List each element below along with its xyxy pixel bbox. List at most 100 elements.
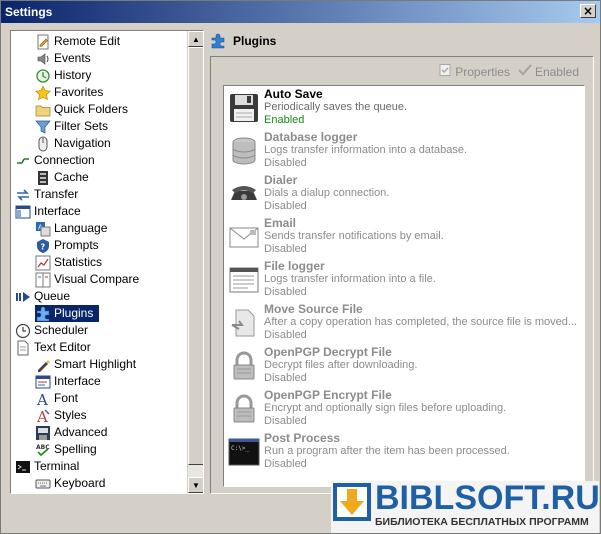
- tree-item-text-editor[interactable]: Text Editor: [15, 339, 97, 356]
- history-icon: [35, 68, 51, 84]
- tree-item-label: Advanced: [54, 425, 108, 439]
- tree-item-prompts[interactable]: ? Prompts: [35, 237, 105, 254]
- plugin-item-email[interactable]: Email Sends transfer notifications by ema…: [226, 217, 582, 260]
- tree-item-label: Language: [54, 221, 108, 235]
- plugins-header-icon: [210, 33, 226, 49]
- tree-item-connection[interactable]: Connection: [15, 152, 101, 169]
- plugin-item-openpgp-decrypt-file[interactable]: OpenPGP Decrypt File Decrypt files after …: [226, 346, 582, 389]
- tree-item-spelling[interactable]: ABC Spelling: [35, 441, 103, 458]
- plugin-item-post-process[interactable]: C:\>_ Post Process Run a program after the…: [226, 432, 582, 475]
- tree-item-label: Plugins: [54, 306, 94, 320]
- plugin-status: Disabled: [264, 286, 307, 298]
- plugin-name: File logger: [264, 259, 325, 273]
- editor-interface-icon: [35, 374, 51, 390]
- tree-item-label: Scheduler: [34, 323, 89, 337]
- tree-item-statistics[interactable]: Statistics: [35, 254, 108, 271]
- svg-text:A: A: [36, 391, 48, 407]
- statistics-icon: [35, 255, 51, 271]
- events-icon: [35, 51, 51, 67]
- plugin-text: Auto Save Periodically saves the queue. En…: [264, 88, 407, 131]
- text-editor-icon: [15, 340, 31, 356]
- interface-icon: [15, 204, 31, 220]
- tree-item-language[interactable]: A Language: [35, 220, 113, 237]
- visual-compare-icon: [35, 272, 51, 288]
- tree-item-terminal[interactable]: Terminal: [15, 458, 85, 475]
- tree-item-interface[interactable]: Interface: [35, 373, 107, 390]
- plugin-item-openpgp-encrypt-file[interactable]: OpenPGP Encrypt File Encrypt and optional…: [226, 389, 582, 432]
- plugin-status: Disabled: [264, 458, 307, 470]
- plugin-text: Post Process Run a program after the item…: [264, 432, 510, 475]
- scheduler-icon: [15, 323, 31, 339]
- telephone-icon: [228, 178, 260, 210]
- tree-item-label: Transfer: [34, 187, 79, 201]
- advanced-icon: [35, 425, 51, 441]
- tree-item-filter-sets[interactable]: Filter Sets: [35, 118, 114, 135]
- tree-item-smart-highlight[interactable]: Smart Highlight: [35, 356, 142, 373]
- tree-item-history[interactable]: History: [35, 67, 97, 84]
- svg-text:C:\>_: C:\>_: [231, 445, 249, 452]
- tree-item-styles[interactable]: A Styles: [35, 407, 93, 424]
- plugin-item-move-source-file[interactable]: Move Source File After a copy operation h…: [226, 303, 582, 346]
- tree-item-transfer[interactable]: Transfer: [15, 186, 84, 203]
- tree-item-label: Interface: [34, 204, 81, 218]
- plugin-status: Disabled: [264, 415, 307, 427]
- plugin-item-auto-save[interactable]: Auto Save Periodically saves the queue. En…: [226, 88, 582, 131]
- tree-item-events[interactable]: Events: [35, 50, 97, 67]
- keyboard-icon: [35, 476, 51, 492]
- scroll-down-button[interactable]: ▼: [188, 477, 203, 493]
- tree-item-label: Queue: [34, 289, 71, 303]
- tree-item-keyboard[interactable]: Keyboard: [35, 475, 111, 492]
- navigation-icon: [35, 136, 51, 152]
- tree-item-quick-folders[interactable]: Quick Folders: [35, 101, 134, 118]
- padlock-icon: [228, 350, 260, 382]
- plugin-status: Disabled: [264, 372, 307, 384]
- tree-item-label: Terminal: [34, 459, 80, 473]
- plugin-item-database-logger[interactable]: Database logger Logs transfer information…: [226, 131, 582, 174]
- close-button[interactable]: ×: [580, 4, 596, 18]
- plugin-description: Sends transfer notifications by email.: [264, 230, 444, 242]
- tree-item-label: Interface: [54, 374, 101, 388]
- plugin-item-file-logger[interactable]: File logger Logs transfer information int…: [226, 260, 582, 303]
- prompts-icon: ?: [35, 238, 51, 254]
- plugin-item-dialer[interactable]: Dialer Dials a dialup connection. Disabled: [226, 174, 582, 217]
- tree-item-interface[interactable]: Interface: [15, 203, 87, 220]
- tree-item-visual-compare[interactable]: Visual Compare: [35, 271, 145, 288]
- scroll-up-button[interactable]: ▲: [188, 31, 203, 47]
- plugin-description: Logs transfer information into a databas…: [264, 144, 468, 156]
- tree-item-queue[interactable]: Queue: [15, 288, 76, 305]
- transfer-icon: [15, 187, 31, 203]
- properties-label: Properties: [455, 64, 510, 79]
- window-title: Settings: [5, 5, 53, 19]
- checkmark-icon: [518, 63, 532, 80]
- tree-item-cache[interactable]: Cache: [35, 169, 95, 186]
- panel-title: Plugins: [233, 34, 277, 48]
- tree-item-font[interactable]: A Font: [35, 390, 84, 407]
- tree-item-label: Statistics: [54, 255, 103, 269]
- tree-item-label: Font: [54, 391, 79, 405]
- enabled-button[interactable]: Enabled: [518, 63, 579, 80]
- tree-item-label: Navigation: [54, 136, 111, 150]
- plugin-status: Enabled: [264, 114, 305, 126]
- tree-scrollbar[interactable]: ▲ ▼: [187, 31, 203, 493]
- favorites-icon: [35, 84, 51, 101]
- properties-button[interactable]: Properties: [438, 63, 510, 80]
- filter-sets-icon: [35, 119, 51, 135]
- tree-item-scheduler[interactable]: Scheduler: [15, 322, 94, 339]
- watermark-subtitle: БИБЛИОТЕКА БЕСПЛАТНЫХ ПРОГРАММ: [375, 516, 589, 528]
- tree-item-label: Cache: [54, 170, 89, 184]
- plugin-description: After a copy operation has completed, th…: [264, 316, 578, 328]
- tree-item-navigation[interactable]: Navigation: [35, 135, 117, 152]
- watermark-title: BIBLSOFT.RU: [375, 479, 600, 517]
- tree-item-advanced[interactable]: Advanced: [35, 424, 113, 441]
- smart-highlight-icon: [35, 357, 51, 373]
- terminal-icon: [15, 459, 31, 475]
- tree-item-remote-edit[interactable]: Remote Edit: [35, 33, 126, 50]
- remote-edit-icon: [35, 34, 51, 50]
- tree-item-label: Events: [54, 51, 91, 65]
- move-file-icon: [228, 307, 260, 339]
- panel-header: Plugins: [210, 30, 594, 52]
- tree-item-plugins[interactable]: Plugins: [35, 305, 100, 322]
- tree-item-label: Visual Compare: [54, 272, 140, 286]
- tree-item-favorites[interactable]: Favorites: [35, 84, 109, 101]
- scroll-thumb[interactable]: [188, 47, 203, 465]
